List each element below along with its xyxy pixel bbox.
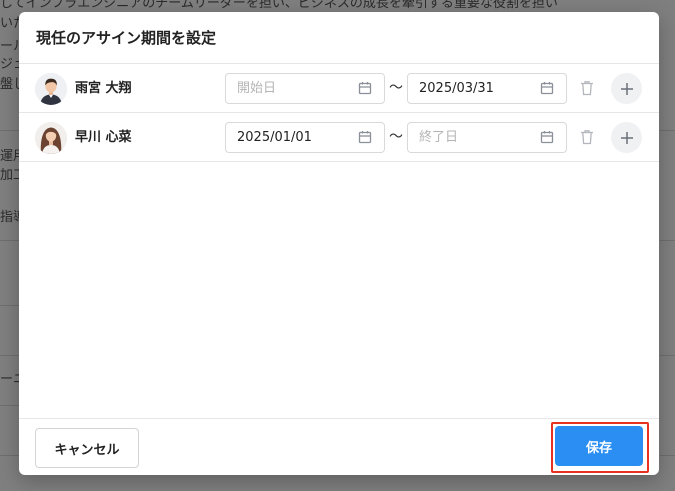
cancel-button[interactable]: キャンセル xyxy=(35,428,139,468)
dialog-header: 現任のアサイン期間を設定 xyxy=(19,12,659,64)
add-period-button[interactable] xyxy=(611,73,642,104)
start-date-input[interactable] xyxy=(237,123,347,152)
calendar-icon[interactable] xyxy=(358,81,372,95)
plus-icon xyxy=(620,82,633,95)
member-name: 早川 心菜 xyxy=(75,130,132,145)
date-separator: 〜 xyxy=(389,80,403,96)
avatar xyxy=(35,73,67,105)
end-date-field[interactable] xyxy=(407,122,567,153)
calendar-icon[interactable] xyxy=(540,81,554,95)
start-date-input[interactable] xyxy=(237,74,347,103)
date-separator: 〜 xyxy=(389,129,403,145)
person-avatar-icon xyxy=(35,122,67,154)
calendar-icon[interactable] xyxy=(358,130,372,144)
dialog-footer: キャンセル 保存 xyxy=(19,418,659,475)
end-date-field[interactable] xyxy=(407,73,567,104)
trash-icon[interactable] xyxy=(580,80,594,96)
add-period-button[interactable] xyxy=(611,122,642,153)
avatar xyxy=(35,122,67,154)
assign-row: 早川 心菜 〜 xyxy=(19,113,659,162)
dialog-title: 現任のアサイン期間を設定 xyxy=(36,29,217,47)
assign-period-dialog: 現任のアサイン期間を設定 雨宮 大翔 〜 xyxy=(19,12,659,475)
start-date-field[interactable] xyxy=(225,122,385,153)
save-button[interactable]: 保存 xyxy=(555,426,643,466)
member-name: 雨宮 大翔 xyxy=(75,81,132,96)
calendar-icon[interactable] xyxy=(540,130,554,144)
plus-icon xyxy=(620,131,633,144)
start-date-field[interactable] xyxy=(225,73,385,104)
assign-row: 雨宮 大翔 〜 xyxy=(19,64,659,113)
trash-icon[interactable] xyxy=(580,129,594,145)
person-avatar-icon xyxy=(35,73,67,105)
end-date-input[interactable] xyxy=(419,123,529,152)
end-date-input[interactable] xyxy=(419,74,529,103)
